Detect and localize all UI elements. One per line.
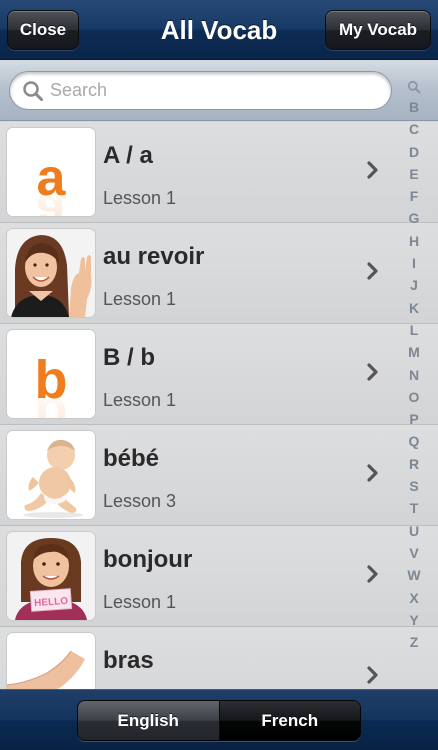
- letter-a-image: a a: [7, 128, 95, 216]
- index-letter[interactable]: K: [409, 297, 419, 319]
- index-letter[interactable]: T: [410, 497, 419, 519]
- index-letter[interactable]: C: [409, 118, 419, 140]
- search-bar: [0, 61, 438, 121]
- index-letter[interactable]: V: [409, 542, 418, 564]
- bottom-toolbar: English French: [0, 689, 438, 750]
- index-letter[interactable]: U: [409, 520, 419, 542]
- vocab-word: A / a: [103, 142, 153, 169]
- list-item[interactable]: au revoir Lesson 1: [0, 223, 438, 324]
- vocab-word: au revoir: [103, 243, 205, 270]
- list-item[interactable]: bébé Lesson 3: [0, 425, 438, 526]
- lesson-label: Lesson 1: [103, 592, 177, 612]
- navigation-bar: Close All Vocab My Vocab: [0, 0, 438, 60]
- chevron-right-icon: [367, 464, 378, 482]
- list-item[interactable]: b b B / b Lesson 1: [0, 324, 438, 425]
- chevron-right-icon: [367, 565, 378, 583]
- close-button[interactable]: Close: [7, 10, 79, 50]
- arm-image: [7, 633, 95, 689]
- index-letter[interactable]: Q: [409, 430, 420, 452]
- list-item[interactable]: bras: [0, 627, 438, 689]
- index-letter[interactable]: O: [409, 386, 420, 408]
- vocab-word: B / b: [103, 344, 155, 371]
- woman-waving-image: [7, 229, 95, 317]
- girl-hello-sign-image: HELLO: [7, 532, 95, 620]
- lesson-label: Lesson 1: [103, 289, 177, 309]
- index-letter[interactable]: J: [410, 274, 418, 296]
- index-letter[interactable]: F: [410, 185, 419, 207]
- index-letter[interactable]: P: [409, 408, 418, 430]
- index-letter[interactable]: S: [409, 475, 418, 497]
- index-letter[interactable]: L: [410, 319, 419, 341]
- lesson-label: Lesson 3: [103, 491, 177, 511]
- svg-text:b: b: [35, 386, 68, 418]
- index-letter[interactable]: M: [408, 341, 420, 363]
- index-letter[interactable]: G: [409, 207, 420, 229]
- index-letter[interactable]: Z: [410, 631, 419, 653]
- vocab-word: bonjour: [103, 546, 193, 573]
- english-segment[interactable]: English: [78, 701, 220, 740]
- search-icon: [23, 80, 43, 101]
- index-letter[interactable]: B: [409, 96, 419, 118]
- language-segmented-control[interactable]: English French: [77, 700, 361, 741]
- baby-image: [7, 431, 95, 519]
- chevron-right-icon: [367, 161, 378, 179]
- lesson-label: Lesson 1: [103, 188, 177, 208]
- french-segment[interactable]: French: [219, 701, 360, 740]
- index-letter[interactable]: X: [409, 587, 418, 609]
- letter-b-image: b b: [7, 330, 95, 418]
- chevron-right-icon: [367, 262, 378, 280]
- page-title: All Vocab: [160, 14, 278, 45]
- index-letter[interactable]: E: [409, 163, 418, 185]
- list-item[interactable]: a a A / a Lesson 1: [0, 122, 438, 223]
- search-input[interactable]: [50, 75, 391, 106]
- search-field[interactable]: [9, 71, 392, 110]
- alphabet-index[interactable]: B C D E F G H I J K L M N O P Q R S T U …: [398, 76, 430, 676]
- my-vocab-button[interactable]: My Vocab: [325, 10, 431, 50]
- index-letter[interactable]: R: [409, 453, 419, 475]
- index-letter[interactable]: Y: [409, 609, 418, 631]
- chevron-right-icon: [367, 363, 378, 381]
- index-letter[interactable]: W: [407, 564, 420, 586]
- vocab-word: bébé: [103, 445, 160, 472]
- svg-text:a: a: [37, 183, 67, 216]
- vocab-word: bras: [103, 647, 154, 674]
- index-letter[interactable]: H: [409, 230, 419, 252]
- vocab-list: a a A / a Lesson 1 au revoir Lesson 1 b …: [0, 122, 438, 689]
- index-letter[interactable]: N: [409, 364, 419, 386]
- lesson-label: Lesson 1: [103, 390, 177, 410]
- chevron-right-icon: [367, 666, 378, 684]
- index-letter[interactable]: I: [412, 252, 416, 274]
- index-letter[interactable]: D: [409, 141, 419, 163]
- list-item[interactable]: HELLO bonjour Lesson 1: [0, 526, 438, 627]
- index-search-icon[interactable]: [407, 80, 421, 94]
